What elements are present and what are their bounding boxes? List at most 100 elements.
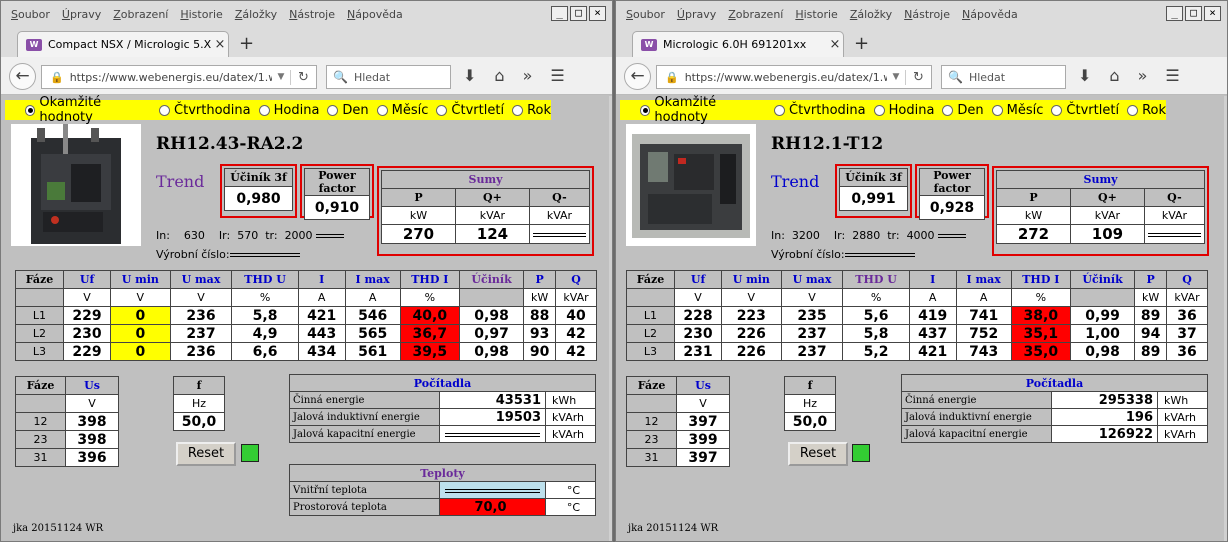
hamburger-menu-icon[interactable]: ☰: [550, 66, 564, 85]
menu-zalozky[interactable]: Záložky: [850, 8, 892, 21]
url-dropdown-icon[interactable]: ▼: [887, 72, 905, 82]
overflow-icon[interactable]: »: [523, 66, 533, 85]
radio-icon[interactable]: [991, 104, 1003, 116]
trend-link[interactable]: Trend: [771, 172, 819, 191]
search-input[interactable]: 🔍 Hledat: [326, 65, 451, 89]
menu-upravy[interactable]: Úpravy: [677, 8, 716, 21]
table-row: 23 398: [14, 430, 119, 449]
minimize-button[interactable]: _: [551, 6, 568, 21]
close-window-button[interactable]: ×: [1204, 6, 1221, 21]
radio-den[interactable]: Den: [327, 103, 369, 118]
radio-mesic[interactable]: Měsíc: [376, 103, 428, 118]
browser-tab[interactable]: W Micrologic 6.0H 691201xx ×: [632, 31, 844, 57]
url-bar[interactable]: 🔒 https://www.webenergis.eu/datex/1.w ▼ …: [656, 65, 932, 89]
scrollbar[interactable]: [609, 96, 612, 541]
menu-zobrazeni[interactable]: Zobrazení: [113, 8, 168, 21]
radio-ctvrthodina[interactable]: Čtvrthodina: [159, 103, 251, 118]
radio-mesic[interactable]: Měsíc: [991, 103, 1043, 118]
radio-hodina[interactable]: Hodina: [258, 102, 320, 118]
close-tab-icon[interactable]: ×: [212, 37, 228, 52]
radio-den[interactable]: Den: [942, 103, 984, 118]
new-tab-button[interactable]: +: [854, 33, 869, 54]
radio-okamzite[interactable]: Okamžité hodnoty: [25, 95, 151, 125]
reset-button[interactable]: Reset: [176, 442, 236, 466]
radio-icon[interactable]: [376, 104, 388, 116]
unit: kVAr: [555, 288, 597, 307]
menu-soubor[interactable]: Soubor: [626, 8, 665, 21]
download-icon[interactable]: ⬇: [1078, 66, 1091, 85]
radio-selected-icon[interactable]: [640, 104, 651, 116]
unit: kVAr: [528, 206, 591, 225]
reload-icon[interactable]: ↻: [905, 69, 931, 85]
menu-soubor[interactable]: Soubor: [11, 8, 50, 21]
cell: 226: [721, 342, 782, 361]
device-image: [626, 124, 756, 246]
in-value: 630: [183, 229, 205, 242]
search-input[interactable]: 🔍 Hledat: [941, 65, 1066, 89]
menu-zobrazeni[interactable]: Zobrazení: [728, 8, 783, 21]
minimize-button[interactable]: _: [1166, 6, 1183, 21]
radio-icon[interactable]: [942, 104, 954, 116]
radio-icon[interactable]: [1127, 104, 1139, 116]
table-row: Jalová kapacitní energie kVArh: [289, 425, 596, 443]
url-dropdown-icon[interactable]: ▼: [272, 72, 290, 82]
menu-napoveda[interactable]: Nápověda: [962, 8, 1018, 21]
pf3-header: Účiník 3f: [224, 168, 293, 187]
cell: 237: [169, 324, 233, 343]
overflow-icon[interactable]: »: [1138, 66, 1148, 85]
radio-ctvrtleti[interactable]: Čtvrtletí: [1051, 103, 1119, 118]
radio-icon[interactable]: [873, 104, 885, 116]
menu-napoveda[interactable]: Nápověda: [347, 8, 403, 21]
radio-icon[interactable]: [774, 104, 786, 116]
maximize-button[interactable]: □: [1185, 6, 1202, 21]
menubar: Soubor Úpravy Zobrazení Historie Záložky…: [1, 1, 612, 28]
new-tab-button[interactable]: +: [239, 33, 254, 54]
radio-rok[interactable]: Rok: [1127, 103, 1166, 118]
radio-icon[interactable]: [436, 104, 448, 116]
radio-ctvrtleti[interactable]: Čtvrtletí: [436, 103, 504, 118]
col-thdu: THD U: [231, 270, 299, 289]
radio-hodina[interactable]: Hodina: [873, 103, 934, 118]
radio-rok[interactable]: Rok: [512, 103, 551, 118]
radio-icon[interactable]: [512, 104, 524, 116]
sumy-qm-empty: [528, 224, 591, 244]
menu-zalozky[interactable]: Záložky: [235, 8, 277, 21]
url-bar[interactable]: 🔒 https://www.webenergis.eu/datex/1.w ▼ …: [41, 65, 317, 89]
radio-icon[interactable]: [258, 104, 270, 116]
back-button[interactable]: ←: [624, 63, 651, 90]
cell: Hodina: [273, 102, 320, 118]
cell: Vnitřní teplota: [289, 481, 440, 499]
col-uf: Uf: [673, 270, 723, 289]
home-icon[interactable]: ⌂: [1109, 66, 1119, 85]
scrollbar[interactable]: [1224, 96, 1227, 541]
maximize-button[interactable]: □: [570, 6, 587, 21]
hamburger-menu-icon[interactable]: ☰: [1165, 66, 1179, 85]
serial-number: Výrobní číslo:: [771, 248, 915, 261]
radio-icon[interactable]: [159, 104, 171, 116]
menu-upravy[interactable]: Úpravy: [62, 8, 101, 21]
back-button[interactable]: ←: [9, 63, 36, 90]
search-icon: 🔍: [948, 70, 963, 84]
trend-link[interactable]: Trend: [156, 172, 204, 191]
download-icon[interactable]: ⬇: [463, 66, 476, 85]
close-tab-icon[interactable]: ×: [827, 37, 843, 52]
home-icon[interactable]: ⌂: [494, 66, 504, 85]
col-thdu: THD U: [842, 270, 910, 289]
radio-icon[interactable]: [1051, 104, 1063, 116]
close-window-button[interactable]: ×: [589, 6, 606, 21]
cell: 0: [110, 324, 171, 343]
menu-nastroje[interactable]: Nástroje: [289, 8, 335, 21]
radio-okamzite[interactable]: Okamžité hodnoty: [640, 95, 766, 125]
menu-nastroje[interactable]: Nástroje: [904, 8, 950, 21]
radio-selected-icon[interactable]: [25, 104, 36, 116]
radio-ctvrthodina[interactable]: Čtvrthodina: [774, 103, 866, 118]
col-q: Q: [1166, 270, 1208, 289]
reset-button[interactable]: Reset: [788, 442, 848, 466]
radio-icon[interactable]: [327, 104, 339, 116]
menu-historie[interactable]: Historie: [180, 8, 222, 21]
cell: Počítadla: [901, 374, 1208, 392]
reload-icon[interactable]: ↻: [290, 69, 316, 85]
browser-tab[interactable]: W Compact NSX / Micrologic 5.X... ×: [17, 31, 229, 57]
freq-table: f Hz 50,0: [784, 376, 836, 431]
menu-historie[interactable]: Historie: [795, 8, 837, 21]
